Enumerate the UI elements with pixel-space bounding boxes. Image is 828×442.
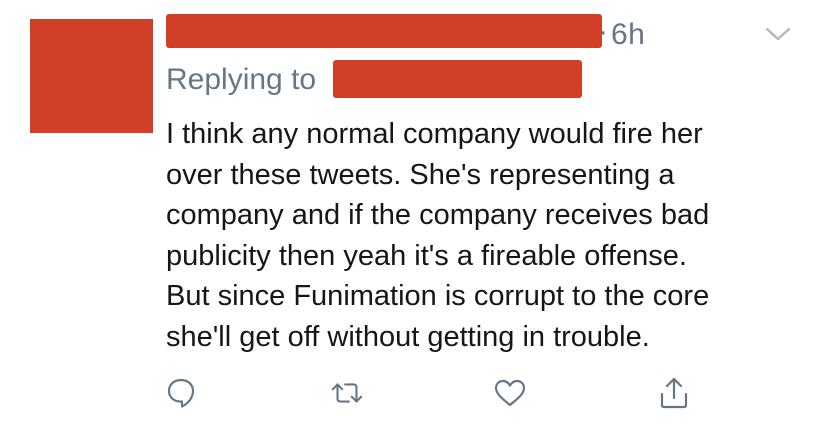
chevron-down-icon[interactable]: [764, 22, 792, 46]
reply-button[interactable]: [163, 374, 199, 412]
like-button[interactable]: [492, 374, 528, 412]
retweet-button[interactable]: [329, 374, 365, 412]
reply-icon: [167, 378, 195, 408]
share-button[interactable]: [656, 374, 692, 412]
redacted-author-name: [166, 14, 602, 48]
heart-icon: [494, 379, 526, 407]
time-separator: ·: [598, 15, 608, 48]
redacted-reply-handle[interactable]: [333, 60, 582, 98]
replying-to-label: Replying to: [166, 63, 317, 96]
tweet-text: I think any normal company would fire he…: [166, 118, 710, 353]
share-icon: [660, 377, 688, 409]
retweet-icon: [331, 383, 363, 403]
tweet-timestamp[interactable]: 6h: [611, 17, 645, 53]
redacted-avatar: [30, 19, 153, 133]
